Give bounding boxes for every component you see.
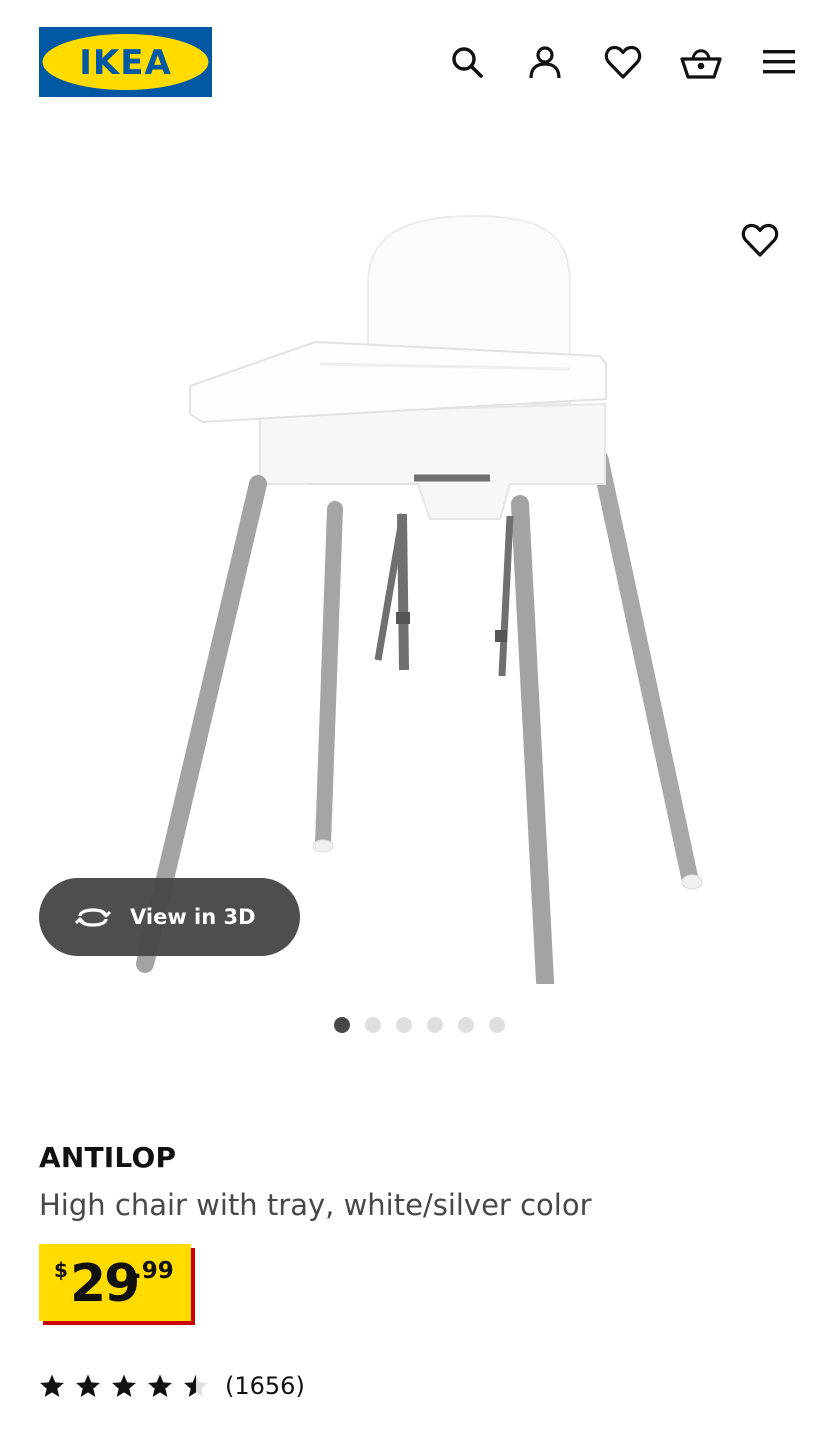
search-icon[interactable] [445,40,489,84]
hamburger-menu-icon[interactable] [757,40,801,84]
view-in-3d-label: View in 3D [130,905,256,929]
product-gallery[interactable]: View in 3D [0,124,838,1004]
star-icon [40,1374,64,1397]
rotate-3d-icon [74,908,112,927]
star-icon [148,1374,172,1397]
view-in-3d-button[interactable]: View in 3D [39,878,300,956]
product-rating[interactable]: (1656) [39,1368,305,1404]
star-icon [76,1374,100,1397]
price-currency: $ [54,1258,68,1282]
heart-icon[interactable] [601,40,645,84]
account-icon[interactable] [523,40,567,84]
ikea-logo[interactable]: IKEA [39,27,212,97]
star-icon [184,1374,208,1397]
rating-stars [39,1373,209,1399]
carousel-dot[interactable] [395,1017,412,1033]
price-tag: $ 29 .99 [39,1244,191,1321]
carousel-dot[interactable] [364,1017,381,1033]
logo-wordmark: IKEA [79,43,172,83]
star-icon [112,1374,136,1397]
price-decimal: .99 [133,1258,174,1284]
product-name[interactable]: ANTILOP [39,1141,176,1174]
price-integer: 29 [70,1254,140,1314]
shopping-basket-icon[interactable] [679,40,723,84]
product-description: High chair with tray, white/silver color [39,1188,592,1222]
product-image [136,214,703,984]
add-to-favorites-button[interactable] [736,216,784,264]
carousel-dot[interactable] [426,1017,443,1033]
carousel-pagination [0,1017,838,1035]
site-header: IKEA [0,0,838,124]
carousel-dot[interactable] [457,1017,474,1033]
carousel-dot[interactable] [488,1017,505,1033]
review-count[interactable]: (1656) [225,1372,305,1400]
heart-icon [741,223,779,257]
carousel-dot[interactable] [333,1017,350,1033]
